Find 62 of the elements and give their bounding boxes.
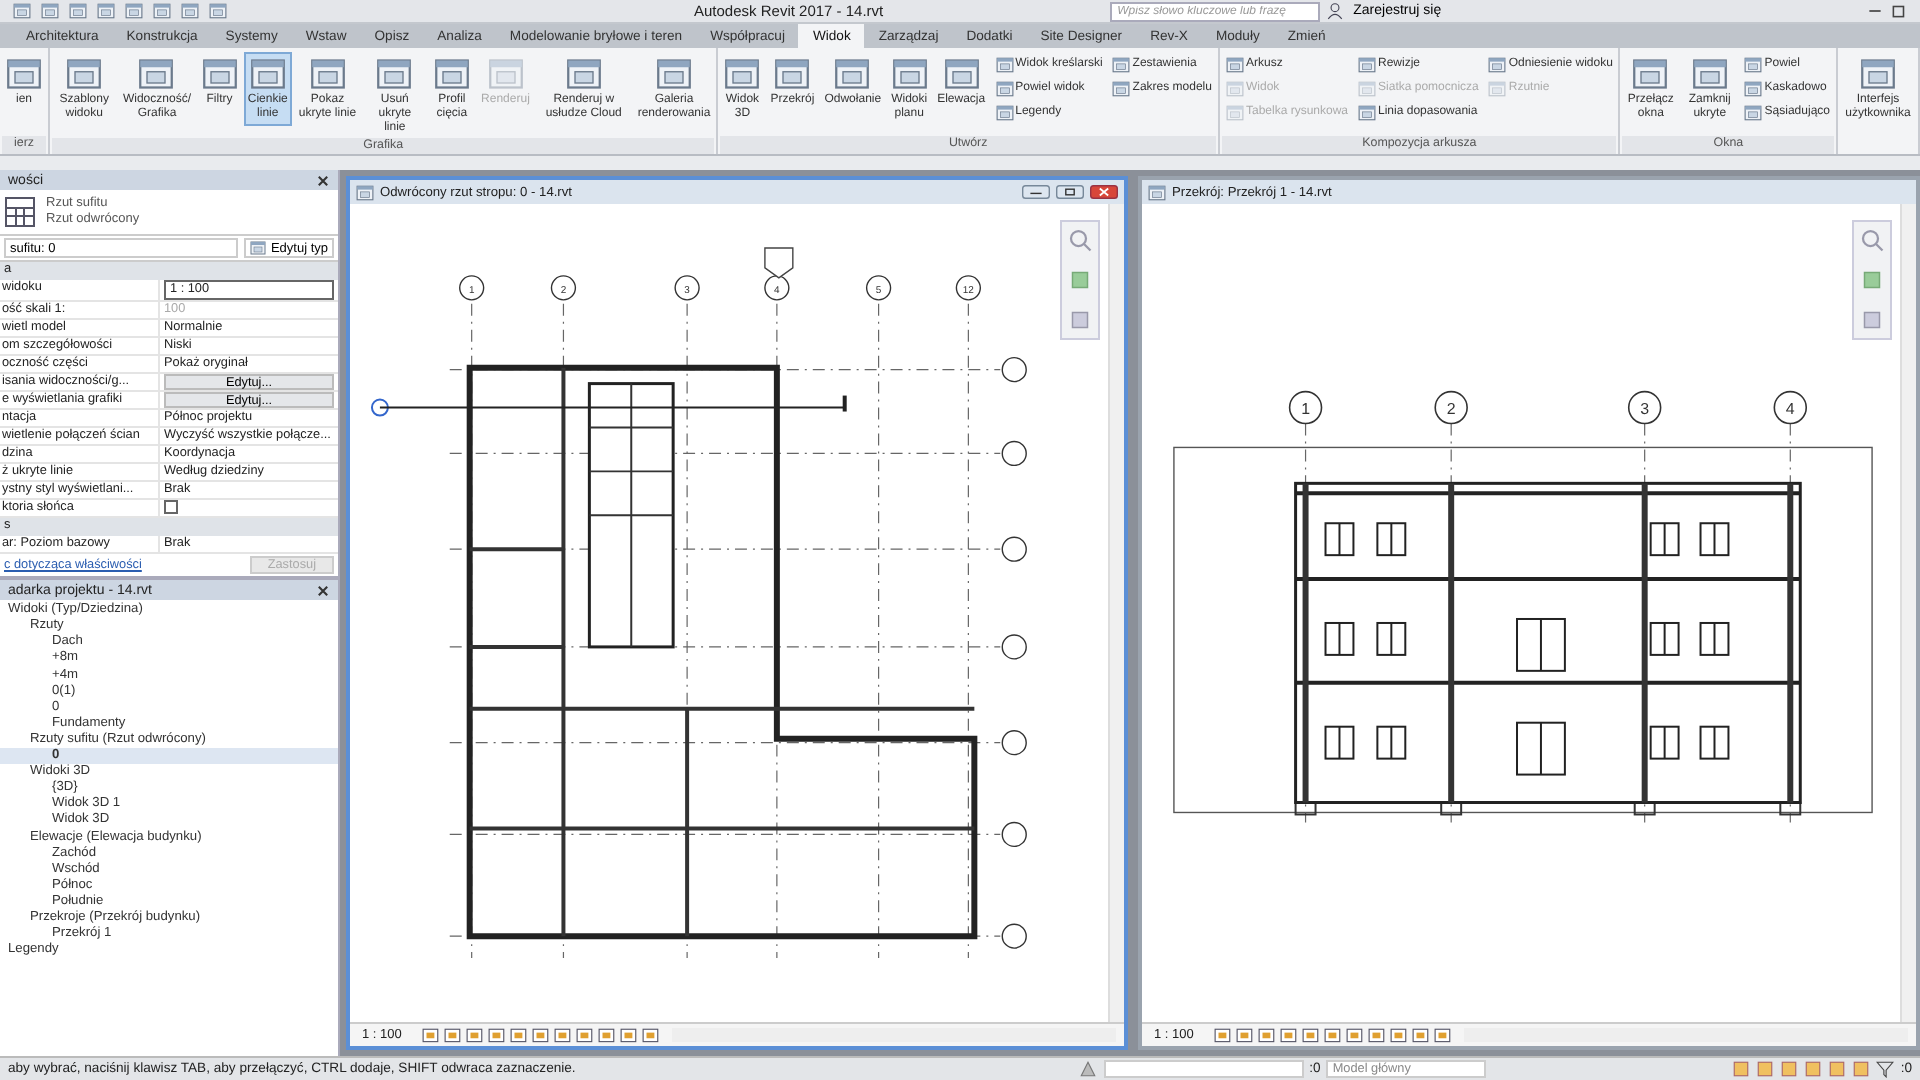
window-icon [1744, 55, 1763, 73]
toolbar-icon[interactable] [208, 2, 228, 20]
window-icon [1488, 79, 1507, 97]
grid-label: 2 [1446, 399, 1456, 418]
window-icon [1225, 55, 1244, 73]
window-icon [1488, 55, 1507, 73]
window-icon [834, 56, 871, 92]
close-icon[interactable] [1090, 184, 1118, 200]
toolbar-icon[interactable] [96, 2, 116, 20]
window-icon [249, 56, 286, 92]
window-icon [1148, 183, 1166, 201]
toolbar-icon[interactable] [68, 2, 88, 20]
window-icon [1358, 55, 1377, 73]
grid-label: 1 [1301, 399, 1310, 418]
filter-icon[interactable] [1876, 1060, 1895, 1078]
window-icon [1225, 79, 1244, 97]
window-icon [774, 56, 811, 92]
window-icon [1112, 79, 1131, 97]
window-icon [6, 56, 42, 92]
window-icon [356, 183, 374, 201]
minimize-icon[interactable] [1022, 184, 1050, 200]
window-icon [891, 56, 928, 92]
window-icon [1112, 55, 1131, 73]
checkbox[interactable] [164, 500, 178, 514]
window-icon [1744, 79, 1763, 97]
window-icon [943, 56, 980, 92]
window-icon [995, 103, 1014, 121]
window-icon [724, 56, 761, 92]
window-icon [1860, 56, 1896, 92]
window-icon [1358, 79, 1377, 97]
window-icon [433, 56, 470, 92]
window-icon [1225, 103, 1244, 121]
window-icon [66, 56, 103, 92]
window-icon [995, 79, 1014, 97]
window-icon [995, 55, 1014, 73]
window-icon [138, 56, 175, 92]
maximize-icon[interactable] [1890, 2, 1908, 20]
window-icon [376, 56, 413, 92]
scrollbar[interactable] [1900, 204, 1916, 1022]
window-icon [487, 56, 524, 92]
grid-label: 4 [1785, 399, 1795, 418]
window-icon [309, 56, 346, 92]
close-icon[interactable] [316, 583, 330, 598]
workset-field[interactable] [1103, 1060, 1304, 1078]
window-icon [656, 56, 692, 92]
grid-label: 3 [1640, 399, 1650, 418]
toolbar-icon[interactable] [124, 2, 144, 20]
toolbar-icon[interactable] [180, 2, 200, 20]
scrollbar[interactable] [1108, 204, 1124, 1022]
toolbar-icon[interactable] [152, 2, 172, 20]
window-icon [1358, 103, 1377, 121]
restore-icon[interactable] [1056, 184, 1084, 200]
toolbar-icon[interactable] [40, 2, 60, 20]
window-icon [1691, 56, 1728, 92]
window-icon [201, 56, 238, 92]
window-icon [1632, 56, 1669, 92]
window-icon [1744, 103, 1763, 121]
window-icon [250, 240, 267, 256]
window-icon [565, 56, 602, 92]
user-icon [1325, 2, 1344, 20]
close-icon[interactable] [316, 173, 330, 187]
toolbar-icon[interactable] [12, 2, 32, 20]
